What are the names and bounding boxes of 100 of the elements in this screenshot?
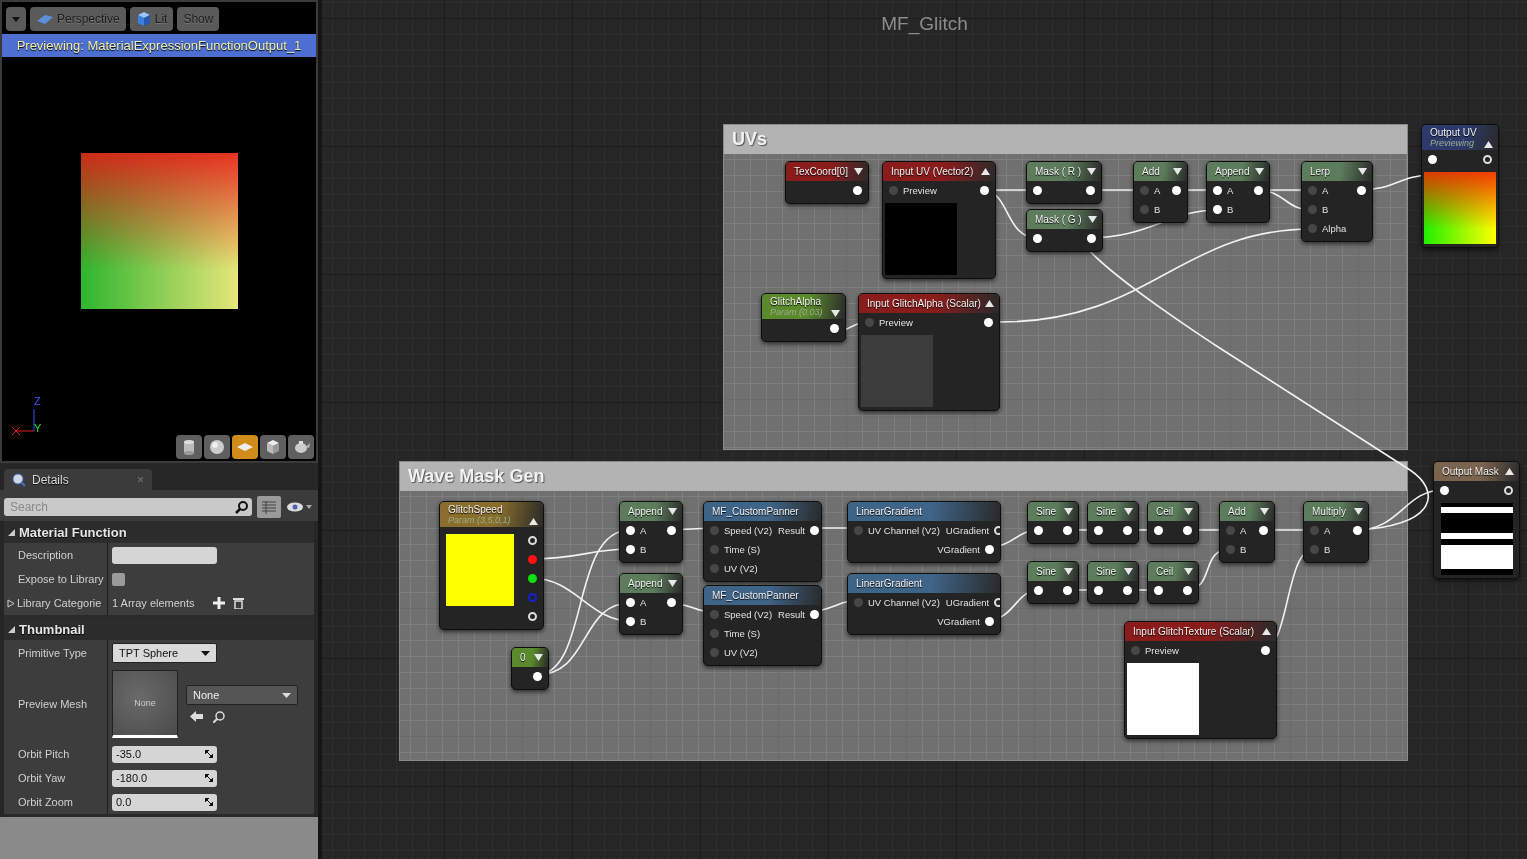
- output-pin[interactable]: [830, 324, 839, 333]
- input-pin[interactable]: [1140, 186, 1149, 195]
- output-pin[interactable]: [1259, 526, 1268, 535]
- expand-icon[interactable]: [1088, 216, 1097, 223]
- graph-node[interactable]: MF_CustomPanner Speed (V2) Result Time (S) UV (V2): [703, 585, 822, 666]
- input-pin[interactable]: [1440, 486, 1449, 495]
- input-pin[interactable]: [1034, 526, 1043, 535]
- output-pin[interactable]: [1087, 234, 1096, 243]
- description-field[interactable]: [112, 546, 217, 564]
- search-field[interactable]: Search: [4, 498, 252, 516]
- expand-icon[interactable]: [1064, 568, 1073, 575]
- output-pin[interactable]: [533, 672, 542, 681]
- expand-icon[interactable]: [831, 310, 840, 317]
- graph-node[interactable]: Input UV (Vector2) Preview: [882, 161, 996, 279]
- output-pin[interactable]: [1261, 646, 1270, 655]
- input-pin[interactable]: [889, 186, 898, 195]
- input-pin[interactable]: [1308, 224, 1317, 233]
- preview-shape-button[interactable]: [204, 435, 230, 459]
- trash-icon[interactable]: [232, 597, 244, 609]
- output-pin[interactable]: [1254, 186, 1263, 195]
- input-pin[interactable]: [1094, 586, 1103, 595]
- collapse-icon[interactable]: [1505, 468, 1514, 475]
- input-pin[interactable]: [1213, 186, 1222, 195]
- graph-node[interactable]: Append A B: [1206, 161, 1270, 223]
- expand-icon[interactable]: [1358, 168, 1367, 175]
- output-pin[interactable]: [810, 526, 819, 535]
- collapse-icon[interactable]: [1262, 628, 1271, 635]
- expand-icon[interactable]: [1255, 168, 1264, 175]
- preview-shape-button[interactable]: [232, 435, 258, 459]
- input-pin[interactable]: [710, 648, 719, 657]
- input-pin[interactable]: [626, 617, 635, 626]
- graph-node[interactable]: Sine: [1087, 561, 1139, 604]
- expand-icon[interactable]: [1124, 568, 1133, 575]
- output-pin[interactable]: [1086, 186, 1095, 195]
- number-field[interactable]: 0.0: [112, 793, 217, 811]
- output-pin[interactable]: [985, 617, 994, 626]
- output-pin[interactable]: [984, 318, 993, 327]
- input-pin[interactable]: [1034, 586, 1043, 595]
- graph-node[interactable]: Multiply A B: [1303, 501, 1369, 563]
- input-pin[interactable]: [710, 629, 719, 638]
- menu-button[interactable]: [6, 7, 26, 31]
- expand-icon[interactable]: [854, 168, 863, 175]
- input-pin[interactable]: [1310, 526, 1319, 535]
- output-pin[interactable]: [985, 545, 994, 554]
- output-pin[interactable]: [667, 526, 676, 535]
- collapse-icon[interactable]: [1484, 141, 1493, 148]
- input-pin[interactable]: [1226, 545, 1235, 554]
- add-icon[interactable]: [212, 597, 225, 609]
- input-pin[interactable]: [626, 545, 635, 554]
- details-tab[interactable]: Details ×: [4, 469, 152, 490]
- input-pin[interactable]: [1154, 586, 1163, 595]
- collapse-icon[interactable]: [8, 528, 15, 536]
- input-pin[interactable]: [710, 526, 719, 535]
- graph-node[interactable]: LinearGradient UV Channel (V2) UGradient VGradient: [847, 501, 1001, 563]
- input-pin[interactable]: [1308, 205, 1317, 214]
- expand-icon[interactable]: [1087, 168, 1096, 175]
- asset-dropdown[interactable]: None: [186, 685, 298, 705]
- section-header[interactable]: Thumbnail: [4, 618, 314, 640]
- graph-node[interactable]: Sine: [1087, 501, 1139, 544]
- preview-shape-button[interactable]: [260, 435, 286, 459]
- preview-shape-button[interactable]: [288, 435, 314, 459]
- preview-shape-button[interactable]: [176, 435, 202, 459]
- input-pin[interactable]: [1428, 155, 1437, 164]
- graph-node[interactable]: Append A B: [619, 501, 683, 563]
- input-pin[interactable]: [1033, 186, 1042, 195]
- output-pin[interactable]: [1172, 186, 1181, 195]
- output-pin[interactable]: [667, 598, 676, 607]
- output-pin[interactable]: [1353, 526, 1362, 535]
- graph-node[interactable]: Sine: [1027, 501, 1079, 544]
- input-pin[interactable]: [1310, 545, 1319, 554]
- collapse-icon[interactable]: [529, 518, 538, 525]
- expand-icon[interactable]: [1354, 508, 1363, 515]
- graph-node[interactable]: Add A B: [1219, 501, 1275, 563]
- input-pin[interactable]: [626, 526, 635, 535]
- output-pin[interactable]: [853, 186, 862, 195]
- input-pin[interactable]: [1131, 646, 1140, 655]
- output-pin[interactable]: [1123, 526, 1132, 535]
- output-pin[interactable]: [1063, 586, 1072, 595]
- input-pin[interactable]: [865, 318, 874, 327]
- dropdown[interactable]: TPT Sphere: [112, 643, 217, 663]
- input-pin[interactable]: [710, 564, 719, 573]
- expand-icon[interactable]: [1173, 168, 1182, 175]
- input-pin[interactable]: [1213, 205, 1222, 214]
- expand-icon[interactable]: [1260, 508, 1269, 515]
- graph-node[interactable]: GlitchSpeed Param (3,5,0,1): [439, 501, 544, 630]
- input-pin[interactable]: [1308, 186, 1317, 195]
- input-pin[interactable]: [626, 598, 635, 607]
- graph-node[interactable]: LinearGradient UV Channel (V2) UGradient VGradient: [847, 573, 1001, 635]
- output-pin[interactable]: [810, 610, 819, 619]
- expand-icon[interactable]: [534, 654, 543, 661]
- input-pin[interactable]: [1226, 526, 1235, 535]
- output-pin[interactable]: [1183, 526, 1192, 535]
- collapse-icon[interactable]: [985, 300, 994, 307]
- output-pin[interactable]: [1123, 586, 1132, 595]
- graph-node[interactable]: Lerp A B Alpha: [1301, 161, 1373, 242]
- input-pin[interactable]: [854, 598, 863, 607]
- expand-icon[interactable]: [7, 598, 15, 608]
- graph-node[interactable]: Input GlitchTexture (Scalar) Preview: [1124, 621, 1277, 739]
- graph-node[interactable]: MF_CustomPanner Speed (V2) Result Time (S) UV (V2): [703, 501, 822, 582]
- graph-node[interactable]: Ceil: [1147, 561, 1199, 604]
